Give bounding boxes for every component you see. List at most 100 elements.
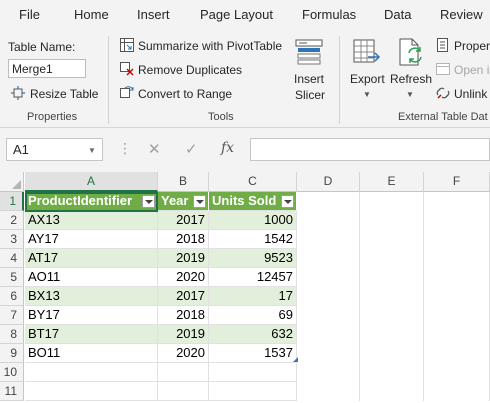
- properties-button[interactable]: Proper: [454, 39, 490, 53]
- column-header-e[interactable]: E: [360, 172, 424, 192]
- table-cell[interactable]: 17: [209, 287, 297, 306]
- table-cell[interactable]: 632: [209, 325, 297, 344]
- convert-to-range-icon: [120, 86, 134, 98]
- table-cell[interactable]: 2018: [158, 306, 209, 325]
- column-header-a[interactable]: A: [25, 172, 158, 192]
- formula-input[interactable]: [250, 138, 490, 161]
- name-box-dropdown-icon[interactable]: ▼: [88, 146, 96, 155]
- empty-cell[interactable]: [209, 382, 297, 401]
- menu-data[interactable]: Data: [384, 7, 411, 22]
- table-name-label: Table Name:: [8, 40, 76, 54]
- row-header-5[interactable]: 5: [0, 268, 24, 287]
- empty-cell[interactable]: [158, 382, 209, 401]
- convert-to-range-button[interactable]: Convert to Range: [138, 87, 232, 101]
- column-header-c[interactable]: C: [209, 172, 297, 192]
- empty-cell[interactable]: [209, 363, 297, 382]
- row-header-10[interactable]: 10: [0, 363, 24, 382]
- table-cell[interactable]: AT17: [25, 249, 158, 268]
- ribbon-separator: [108, 36, 109, 124]
- table-cell[interactable]: 2019: [158, 325, 209, 344]
- table-cell[interactable]: 69: [209, 306, 297, 325]
- formula-bar-grip-icon[interactable]: ⋮: [118, 140, 132, 157]
- export-button[interactable]: Export: [350, 72, 385, 86]
- menu-page-layout[interactable]: Page Layout: [200, 7, 273, 22]
- resize-table-button[interactable]: Resize Table: [30, 87, 98, 101]
- export-caret-icon[interactable]: ▼: [363, 90, 371, 99]
- formula-bar: A1 ▼ ⋮ ✕ ✓ fx: [0, 128, 490, 172]
- table-cell[interactable]: 2019: [158, 249, 209, 268]
- table-cell[interactable]: 1000: [209, 211, 297, 230]
- insert-slicer-label-1[interactable]: Insert: [294, 72, 324, 86]
- table-cell[interactable]: 9523: [209, 249, 297, 268]
- menu-review[interactable]: Review: [440, 7, 483, 22]
- row-header-2[interactable]: 2: [0, 211, 24, 230]
- filter-dropdown-icon[interactable]: [281, 195, 294, 208]
- table-cell[interactable]: 2020: [158, 268, 209, 287]
- enter-formula-icon[interactable]: ✓: [185, 140, 198, 158]
- row-header-9[interactable]: 9: [0, 344, 24, 363]
- ribbon-separator: [339, 36, 340, 124]
- table-cell[interactable]: 2018: [158, 230, 209, 249]
- table-cell[interactable]: BX13: [25, 287, 158, 306]
- table-header-cell[interactable]: ProductIdentifier: [25, 192, 158, 211]
- row-header-6[interactable]: 6: [0, 287, 24, 306]
- external-table-data-group-label: External Table Dat: [398, 111, 488, 123]
- refresh-caret-icon[interactable]: ▼: [406, 90, 414, 99]
- unlink-icon: [436, 87, 450, 99]
- row-header-3[interactable]: 3: [0, 230, 24, 249]
- table-cell[interactable]: 2017: [158, 287, 209, 306]
- table-cell[interactable]: 12457: [209, 268, 297, 287]
- table-name-input[interactable]: [8, 59, 86, 78]
- tools-group-label: Tools: [208, 111, 234, 123]
- menu-home[interactable]: Home: [74, 7, 109, 22]
- empty-column-f[interactable]: [424, 192, 490, 401]
- select-all-corner[interactable]: [0, 172, 24, 192]
- table-cell[interactable]: AO11: [25, 268, 158, 287]
- table-cell[interactable]: BT17: [25, 325, 158, 344]
- properties-icon: [437, 38, 448, 52]
- column-header-d[interactable]: D: [297, 172, 360, 192]
- table-cell[interactable]: AX13: [25, 211, 158, 230]
- row-header-11[interactable]: 11: [0, 382, 24, 401]
- table-cell[interactable]: 2017: [158, 211, 209, 230]
- spreadsheet-grid: A B C D E F 1 2 3 4 5 6 7 8 9 10 11 Prod…: [0, 172, 490, 403]
- empty-column-e[interactable]: [360, 192, 424, 401]
- insert-function-icon[interactable]: fx: [221, 140, 234, 156]
- table-cell[interactable]: 2020: [158, 344, 209, 363]
- menu-insert[interactable]: Insert: [137, 7, 170, 22]
- empty-column-d[interactable]: [297, 192, 360, 401]
- row-header-4[interactable]: 4: [0, 249, 24, 268]
- insert-slicer-label-2[interactable]: Slicer: [295, 88, 325, 102]
- table-cell[interactable]: 1537: [209, 344, 297, 363]
- refresh-icon: [399, 38, 422, 66]
- open-in-browser-button[interactable]: Open i: [454, 63, 489, 77]
- table-cell[interactable]: AY17: [25, 230, 158, 249]
- table-cell[interactable]: BO11: [25, 344, 158, 363]
- table-resize-handle[interactable]: [293, 357, 298, 362]
- column-header-b[interactable]: B: [158, 172, 209, 192]
- table-header-label: Units Sold: [212, 193, 277, 208]
- menu-bar: File Home Insert Page Layout Formulas Da…: [0, 0, 490, 30]
- table-cell[interactable]: 1542: [209, 230, 297, 249]
- menu-formulas[interactable]: Formulas: [302, 7, 356, 22]
- insert-slicer-icon: [295, 39, 323, 65]
- table-header-label: ProductIdentifier: [28, 193, 133, 208]
- row-header-8[interactable]: 8: [0, 325, 24, 344]
- column-header-f[interactable]: F: [424, 172, 490, 192]
- filter-dropdown-icon[interactable]: [142, 195, 155, 208]
- filter-dropdown-icon[interactable]: [193, 195, 206, 208]
- menu-file[interactable]: File: [19, 7, 40, 22]
- ribbon: Table Name: Resize Table Properties Summ…: [0, 30, 490, 128]
- cancel-formula-icon[interactable]: ✕: [148, 140, 161, 158]
- refresh-button[interactable]: Refresh: [390, 72, 432, 86]
- open-in-browser-icon: [436, 63, 450, 75]
- row-header-1[interactable]: 1: [0, 192, 24, 211]
- table-cell[interactable]: BY17: [25, 306, 158, 325]
- summarize-pivottable-button[interactable]: Summarize with PivotTable: [138, 39, 282, 53]
- empty-cell[interactable]: [25, 382, 158, 401]
- unlink-button[interactable]: Unlink: [454, 87, 487, 101]
- row-header-7[interactable]: 7: [0, 306, 24, 325]
- empty-cell[interactable]: [25, 363, 158, 382]
- remove-duplicates-button[interactable]: Remove Duplicates: [138, 63, 242, 77]
- empty-cell[interactable]: [158, 363, 209, 382]
